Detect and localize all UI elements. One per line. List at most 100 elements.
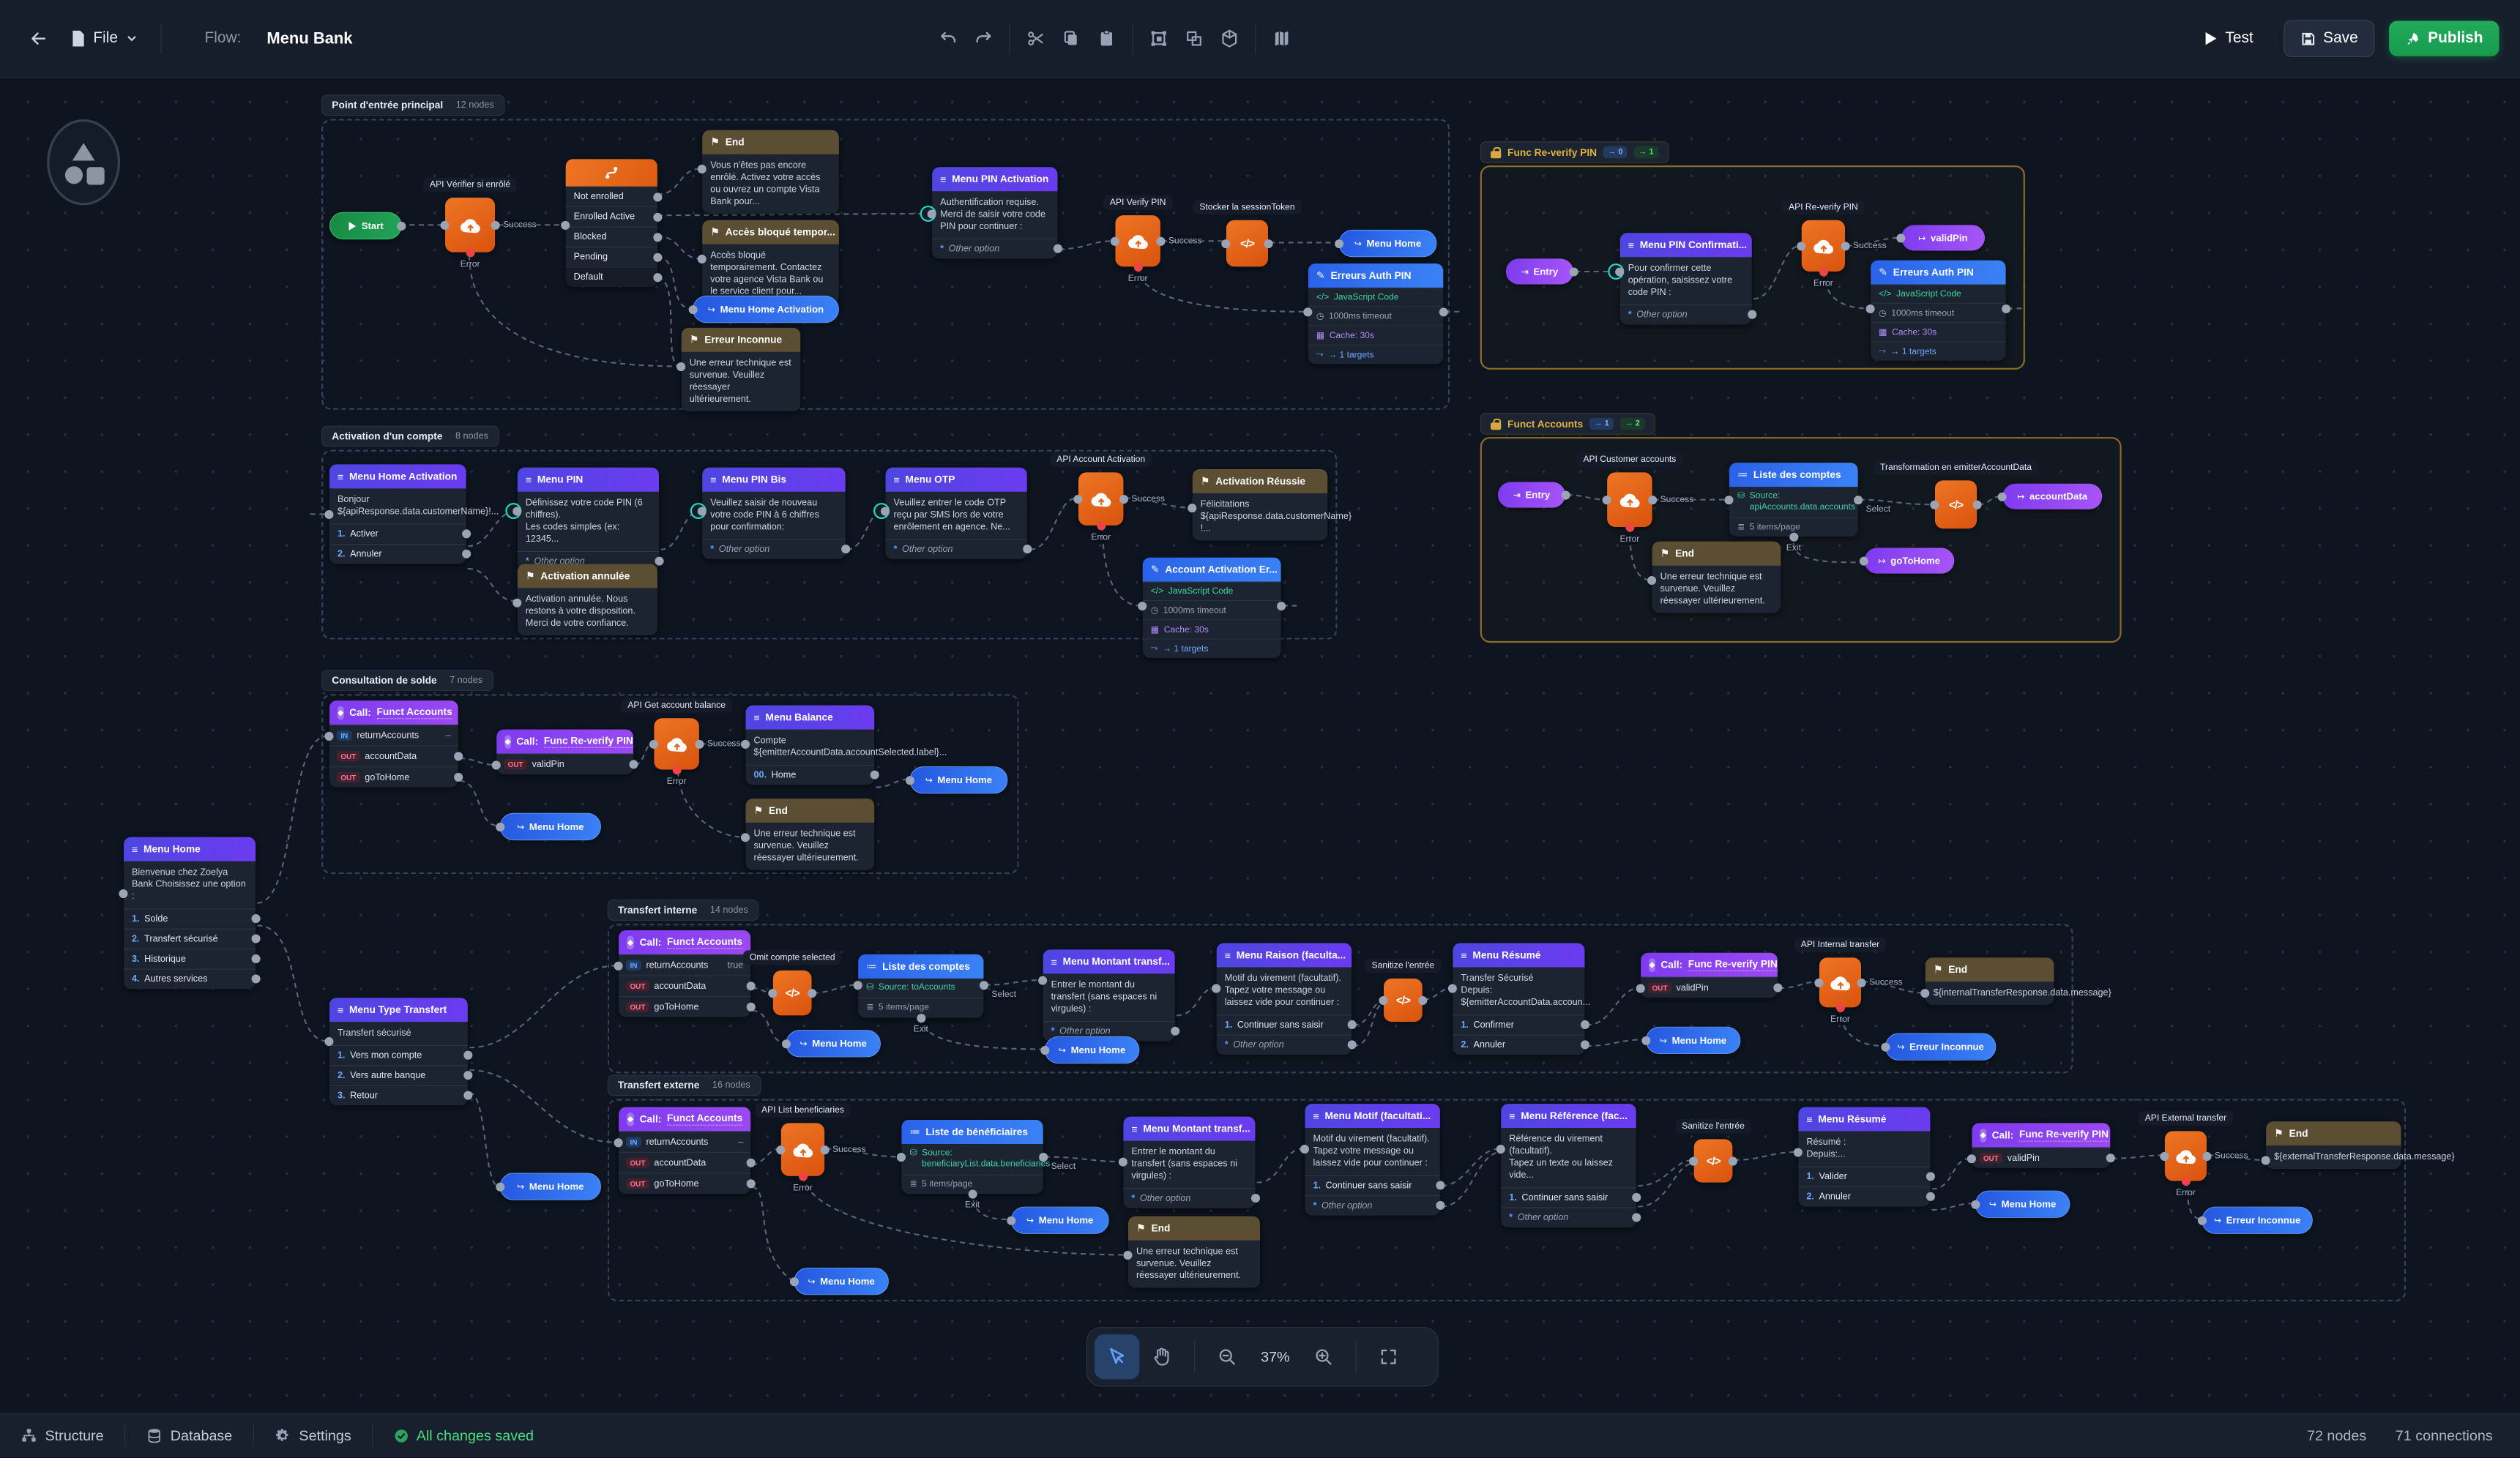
- node-info-erreurs-auth-pin-2[interactable]: ✎ Erreurs Auth PIN </> JavaScript Code ◷…: [1871, 261, 2005, 361]
- node-end-acces-bloque[interactable]: ⚑ Accès bloqué tempor... Accès bloqué te…: [702, 220, 839, 304]
- node-pill-menu-home-3[interactable]: ↪ Menu Home: [500, 813, 601, 840]
- out-port[interactable]: [821, 1145, 830, 1154]
- out-port[interactable]: [1418, 995, 1427, 1004]
- file-menu-button[interactable]: File: [71, 30, 138, 48]
- in-port[interactable]: [1881, 1042, 1890, 1051]
- in-port[interactable]: [698, 255, 707, 263]
- node-code-omit-compte[interactable]: Omit compte selected</>: [773, 971, 812, 1015]
- out-port[interactable]: [2202, 1151, 2211, 1160]
- option-port[interactable]: [1926, 1192, 1935, 1201]
- option-port[interactable]: [1581, 1041, 1589, 1050]
- in-port[interactable]: [1038, 976, 1047, 985]
- menu-option-0[interactable]: 1. Continuer sans saisir: [1217, 1014, 1352, 1034]
- group-frame-button[interactable]: [1141, 21, 1177, 56]
- test-button[interactable]: Test: [2188, 21, 2270, 56]
- node-menu-raison[interactable]: ≡ Menu Raison (faculta... Motif du virem…: [1217, 943, 1352, 1055]
- node-pill-erreur-inconnue-2[interactable]: ↪ Erreur Inconnue: [2202, 1207, 2312, 1234]
- structure-button[interactable]: Structure: [0, 1427, 124, 1444]
- option-port[interactable]: [462, 550, 471, 558]
- out-port[interactable]: [1277, 602, 1286, 610]
- exit-port[interactable]: [968, 1190, 977, 1199]
- menu-option-0[interactable]: * Other option: [932, 239, 1057, 258]
- call-io-row-1[interactable]: OUT accountData: [619, 975, 750, 996]
- zoom-in-button[interactable]: [1301, 1334, 1346, 1379]
- option-port[interactable]: [1251, 1194, 1260, 1203]
- node-api-internal-transfer[interactable]: API Internal transfer ErrorSuccess: [1819, 957, 1861, 1007]
- package-button[interactable]: [1212, 21, 1247, 56]
- redo-button[interactable]: [966, 21, 1001, 56]
- node-menu-pin-bis[interactable]: ≡ Menu PIN Bis Veuillez saisir de nouvea…: [702, 468, 845, 559]
- menu-option-2[interactable]: 3. Retour: [329, 1085, 468, 1105]
- call-io-row-0[interactable]: OUT validPin: [1641, 977, 1778, 998]
- in-port[interactable]: [2160, 1151, 2169, 1160]
- call-io-row-2[interactable]: OUT goToHome: [619, 1173, 750, 1194]
- option-port[interactable]: [1581, 1020, 1589, 1029]
- in-port[interactable]: [2198, 1216, 2207, 1225]
- option-port[interactable]: [1748, 310, 1756, 319]
- in-port[interactable]: [897, 1153, 906, 1162]
- node-pill-menu-home-4[interactable]: ↪ Menu Home: [786, 1030, 881, 1057]
- in-port[interactable]: [1379, 995, 1387, 1004]
- call-io-row-0[interactable]: OUT validPin: [1972, 1147, 2110, 1168]
- in-port[interactable]: [324, 510, 333, 519]
- node-api-account-activation[interactable]: API Account Activation ErrorSuccess: [1078, 472, 1123, 525]
- in-port[interactable]: [1300, 1145, 1309, 1154]
- option-port[interactable]: [1023, 545, 1032, 554]
- branch-case-1[interactable]: Enrolled Active: [566, 206, 657, 226]
- menu-option-1[interactable]: 2. Vers autre banque: [329, 1065, 468, 1085]
- in-port[interactable]: [324, 732, 333, 741]
- option-port[interactable]: [462, 530, 471, 539]
- in-port[interactable]: [440, 220, 449, 229]
- node-list-comptes-1[interactable]: ≔ Liste des comptes ⛁ Source: apiAccount…: [1729, 463, 1858, 537]
- menu-option-1[interactable]: * Other option: [1305, 1195, 1439, 1215]
- out-port[interactable]: [747, 1159, 756, 1167]
- option-port[interactable]: [1348, 1041, 1357, 1050]
- in-port[interactable]: [1647, 576, 1656, 585]
- in-port[interactable]: [1119, 1158, 1127, 1167]
- paste-button[interactable]: [1089, 21, 1124, 56]
- node-call-funct-accounts-1[interactable]: ◆ Call: Funct Accounts IN returnAccounts…: [329, 700, 458, 788]
- in-port[interactable]: [1303, 307, 1312, 316]
- node-end-activation-reussie[interactable]: ⚑ Activation Réussie Félicitations ${api…: [1193, 469, 1327, 540]
- node-pill-gotohome[interactable]: ↦ goToHome: [1864, 548, 1954, 574]
- in-port[interactable]: [1138, 602, 1147, 610]
- out-port[interactable]: [397, 221, 406, 230]
- call-io-row-2[interactable]: OUT goToHome: [619, 996, 750, 1017]
- node-call-reverify-1[interactable]: ◆ Call: Func Re-verify PIN OUT validPin: [496, 730, 633, 774]
- option-port[interactable]: [841, 545, 850, 554]
- error-port[interactable]: [1097, 521, 1106, 530]
- option-port[interactable]: [463, 1091, 472, 1100]
- node-menu-home-activation-node[interactable]: ≡ Menu Home Activation Bonjour ${apiResp…: [329, 464, 466, 564]
- in-port[interactable]: [1930, 500, 1939, 509]
- out-port[interactable]: [1841, 242, 1850, 250]
- ungroup-button[interactable]: [1177, 21, 1212, 56]
- out-port[interactable]: [808, 989, 816, 998]
- copy-button[interactable]: [1054, 21, 1089, 56]
- error-port[interactable]: [798, 1172, 807, 1181]
- out-port[interactable]: [1648, 496, 1657, 504]
- call-io-row-0[interactable]: OUT validPin: [496, 754, 633, 775]
- node-call-reverify-3[interactable]: ◆ Call: Func Re-verify PIN OUT validPin: [1972, 1123, 2110, 1167]
- option-port[interactable]: [1348, 1020, 1357, 1029]
- menu-option-1[interactable]: * Other option: [1217, 1034, 1352, 1054]
- publish-button[interactable]: Publish: [2390, 21, 2500, 56]
- node-api-customer-accounts[interactable]: API Customer accounts ErrorSuccess: [1607, 472, 1652, 527]
- in-port[interactable]: [496, 822, 504, 831]
- in-port[interactable]: [1111, 236, 1119, 245]
- in-port[interactable]: [614, 1138, 623, 1147]
- in-port[interactable]: [881, 507, 890, 516]
- call-io-row-2[interactable]: OUT goToHome: [329, 766, 458, 788]
- call-io-row-0[interactable]: IN returnAccountstrue: [619, 954, 750, 976]
- in-port[interactable]: [324, 1037, 333, 1046]
- node-pill-menu-home-activation[interactable]: ↪ Menu Home Activation: [693, 296, 839, 323]
- call-io-row-1[interactable]: OUT accountData: [329, 746, 458, 767]
- in-port[interactable]: [1448, 984, 1457, 993]
- node-pill-menu-home-10[interactable]: ↪ Menu Home: [500, 1173, 601, 1200]
- node-code-stocker-session[interactable]: Stocker la sessionToken</>: [1226, 220, 1268, 267]
- node-api-reverify-pin[interactable]: API Re-verify PIN ErrorSuccess: [1802, 220, 1845, 272]
- error-port[interactable]: [1835, 1003, 1844, 1012]
- node-pill-menu-home-5[interactable]: ↪ Menu Home: [1045, 1036, 1140, 1063]
- option-port[interactable]: [1436, 1201, 1444, 1210]
- in-port[interactable]: [928, 209, 936, 218]
- fullscreen-button[interactable]: [1366, 1334, 1411, 1379]
